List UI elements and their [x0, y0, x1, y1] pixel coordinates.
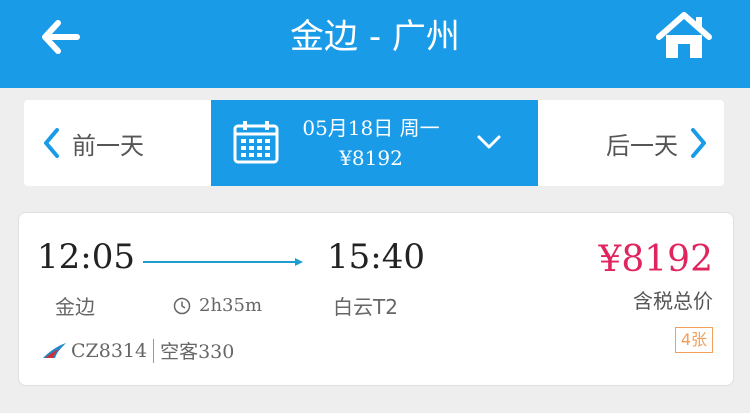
flight-info: CZ8314 空客330 [41, 337, 234, 364]
current-date-price: ¥8192 [339, 146, 403, 170]
flight-number: CZ8314 [71, 339, 148, 362]
duration-text: 2h35m [199, 295, 263, 316]
next-day-button[interactable]: 后一天 [538, 100, 724, 186]
price-label: 含税总价 [633, 289, 713, 313]
header-bar: 金边 - 广州 [0, 0, 750, 88]
clock-icon [173, 297, 191, 314]
tickets-left-badge: 4张 [674, 327, 713, 353]
prev-day-label: 前一天 [72, 131, 144, 160]
flight-price: ¥8192 [598, 239, 713, 280]
calendar-icon [233, 121, 279, 164]
flight-duration: 2h35m [173, 295, 262, 316]
page-title: 金边 - 广州 [290, 17, 460, 57]
chevron-right-icon [691, 128, 706, 158]
arrival-time: 15:40 [327, 237, 425, 277]
next-day-label: 后一天 [606, 131, 678, 160]
departure-city: 金边 [55, 295, 95, 319]
home-icon [656, 12, 712, 58]
current-date-button[interactable]: 05月18日 周一 ¥8192 [211, 100, 538, 186]
departure-time: 12:05 [37, 237, 135, 277]
divider [153, 338, 155, 363]
current-date: 05月18日 周一 [302, 116, 440, 140]
aircraft-type: 空客330 [160, 341, 235, 363]
flight-arrow-icon [143, 258, 303, 266]
chevron-down-icon [477, 135, 501, 149]
prev-day-button[interactable]: 前一天 [24, 100, 211, 186]
date-selector: 前一天 05月18日 周一 ¥8192 后一天 [24, 100, 724, 186]
chevron-left-icon [44, 128, 59, 158]
arrival-airport: 白云T2 [333, 295, 398, 319]
china-southern-logo-icon [43, 342, 66, 358]
flight-card[interactable]: 12:05 15:40 金边 2h35m 白云T2 ¥8192 含税总价 4张 … [18, 212, 734, 386]
home-button[interactable] [654, 10, 714, 62]
